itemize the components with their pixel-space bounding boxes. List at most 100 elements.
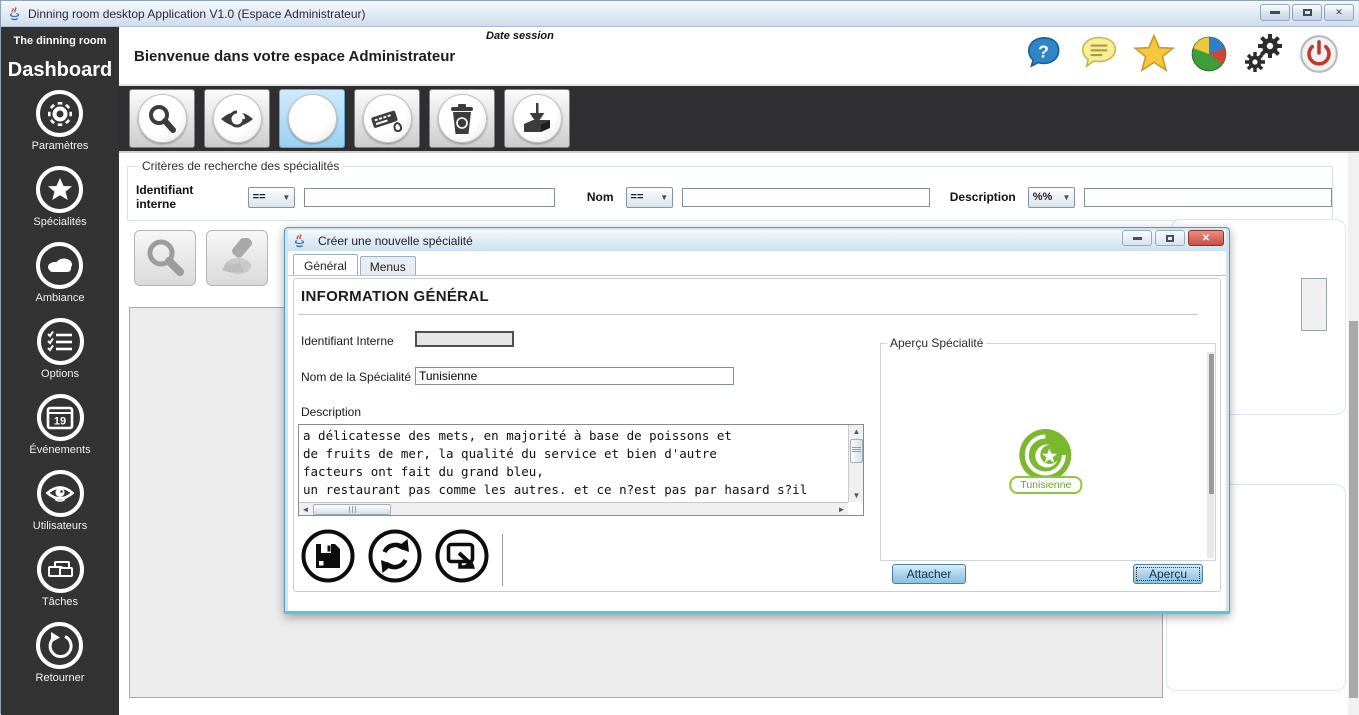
- search-criteria-legend: Critères de recherche des spécialités: [138, 159, 343, 173]
- search-desc-operator-select[interactable]: %%▼: [1028, 187, 1076, 208]
- search-id-operator-select[interactable]: ==▼: [248, 187, 296, 208]
- maximize-button[interactable]: [1292, 4, 1322, 21]
- comments-bubble-icon[interactable]: [1078, 32, 1120, 76]
- sidebar-item-utilisateurs[interactable]: Utilisateurs: [33, 470, 87, 546]
- heading-rule: [298, 314, 1198, 315]
- svg-text:?: ?: [1038, 42, 1049, 62]
- svg-text:19: 19: [54, 415, 66, 427]
- scroll-down-arrow[interactable]: ▼: [849, 489, 864, 502]
- toolbar-archive-button[interactable]: [504, 89, 570, 148]
- scrollbar-thumb[interactable]: [1349, 321, 1358, 698]
- specialty-badge-label: Tunisienne: [1009, 476, 1082, 494]
- eraser-icon: [216, 238, 258, 278]
- calendar-icon: 19: [37, 394, 84, 441]
- scrollbar-thumb[interactable]: [1209, 354, 1214, 494]
- sidebar-item-retourner[interactable]: Retourner: [36, 622, 85, 698]
- attach-button[interactable]: Attacher: [892, 564, 966, 584]
- power-icon[interactable]: [1298, 32, 1340, 76]
- title-bar[interactable]: Dinning room desktop Application V1.0 (E…: [1, 1, 1359, 27]
- sidebar-item-taches[interactable]: Tâches: [37, 546, 84, 622]
- sidebar-item-options[interactable]: Options: [37, 318, 84, 394]
- gears-icon[interactable]: [1243, 32, 1285, 76]
- save-button[interactable]: [300, 528, 356, 584]
- header: Date session Bienvenue dans votre espace…: [119, 27, 1359, 84]
- dialog-minimize-button[interactable]: [1122, 230, 1152, 246]
- windows-icon: [37, 546, 84, 593]
- search-id-input[interactable]: [304, 188, 555, 207]
- main-scrollbar[interactable]: [1348, 153, 1359, 715]
- sidebar: The dinning room Dashboard Paramètres Sp…: [1, 27, 119, 715]
- window-title: Dinning room desktop Application V1.0 (E…: [28, 7, 366, 21]
- scroll-right-arrow[interactable]: ►: [835, 503, 848, 516]
- java-logo-icon: [292, 233, 307, 249]
- preview-group: Aperçu Spécialité Tunisienne: [880, 336, 1216, 561]
- preview-scrollbar[interactable]: [1207, 352, 1214, 558]
- search-name-label: Nom: [587, 190, 614, 204]
- toolbar-edit-button[interactable]: [354, 89, 420, 148]
- pie-chart-icon[interactable]: [1188, 32, 1230, 76]
- application-window: Dinning room desktop Application V1.0 (E…: [0, 0, 1359, 714]
- specialty-name-field[interactable]: [415, 367, 734, 385]
- description-textarea[interactable]: a délicatesse des mets, en majorité à ba…: [298, 424, 864, 516]
- toolbar-view-button[interactable]: [204, 89, 270, 148]
- vertical-scrollbar[interactable]: ▲ ▼: [848, 425, 863, 502]
- toolbar: [119, 84, 1359, 153]
- scroll-left-arrow[interactable]: ◄: [299, 503, 312, 516]
- eye-icon: [37, 470, 84, 517]
- dialog-title-bar[interactable]: Créer une nouvelle spécialité ✕: [288, 230, 1226, 251]
- archive-download-icon: [513, 94, 562, 143]
- scrollbar-thumb[interactable]: [313, 504, 391, 515]
- date-session-label: Date session: [486, 30, 554, 42]
- id-internal-field[interactable]: [415, 331, 514, 347]
- divider: [502, 534, 503, 586]
- preview-legend: Aperçu Spécialité: [887, 336, 986, 350]
- dashboard-heading: Dashboard: [8, 59, 112, 82]
- create-specialty-dialog: Créer une nouvelle spécialité ✕ Général …: [284, 227, 1230, 614]
- refresh-button[interactable]: [367, 528, 423, 584]
- star-icon: [36, 166, 83, 213]
- id-internal-label: Identifiant Interne: [301, 334, 394, 348]
- dialog-restore-button[interactable]: [1155, 230, 1185, 246]
- blank-circle-icon: [288, 94, 337, 143]
- toolbar-search-button[interactable]: [129, 89, 195, 148]
- search-desc-input[interactable]: [1084, 188, 1332, 207]
- brand-label: The dinning room: [14, 35, 107, 47]
- description-text[interactable]: a délicatesse des mets, en majorité à ba…: [300, 426, 847, 501]
- scroll-up-arrow[interactable]: ▲: [849, 425, 864, 438]
- specialty-name-label: Nom de la Spécialité: [301, 370, 411, 384]
- search-name-input[interactable]: [682, 188, 930, 207]
- keyboard-icon: [363, 94, 412, 143]
- chevron-down-icon: ▼: [660, 193, 668, 202]
- help-bubble-icon[interactable]: ?: [1023, 32, 1065, 76]
- dialog-content: INFORMATION GÉNÉRAL Identifiant Interne …: [288, 275, 1226, 611]
- search-icon: [145, 238, 185, 278]
- close-button[interactable]: ✕: [1324, 4, 1354, 21]
- horizontal-scrollbar[interactable]: ◄ ►: [299, 502, 848, 515]
- clear-criteria-button[interactable]: [206, 230, 268, 286]
- scrollbar-thumb[interactable]: [850, 439, 863, 463]
- description-label: Description: [301, 405, 361, 419]
- search-icon: [138, 94, 187, 143]
- sidebar-item-parametres[interactable]: Paramètres: [32, 90, 89, 166]
- specialty-logo-icon: [1019, 428, 1073, 482]
- specialty-preview-item[interactable]: Tunisienne: [1009, 428, 1082, 494]
- sidebar-item-ambiance[interactable]: Ambiance: [36, 242, 85, 318]
- search-execute-button[interactable]: [134, 230, 196, 286]
- dialog-body: Général Menus INFORMATION GÉNÉRAL Identi…: [288, 251, 1226, 611]
- checklist-icon: [37, 318, 84, 365]
- cloud-icon: [36, 242, 83, 289]
- section-heading: INFORMATION GÉNÉRAL: [301, 288, 489, 305]
- search-name-operator-select[interactable]: ==▼: [626, 187, 674, 208]
- favorites-star-icon[interactable]: [1133, 32, 1175, 76]
- toolbar-new-button[interactable]: [279, 89, 345, 148]
- welcome-title: Bienvenue dans votre espace Administrate…: [134, 48, 455, 65]
- dialog-close-button[interactable]: ✕: [1188, 230, 1224, 246]
- sidebar-item-evenements[interactable]: 19 Événements: [29, 394, 90, 470]
- chevron-down-icon: ▼: [1062, 193, 1070, 202]
- minimize-button[interactable]: [1260, 4, 1290, 21]
- toolbar-delete-button[interactable]: [429, 89, 495, 148]
- exit-button[interactable]: [434, 528, 490, 584]
- sidebar-item-specialites[interactable]: Spécialités: [33, 166, 86, 242]
- preview-button[interactable]: Aperçu: [1133, 564, 1203, 584]
- dialog-title: Créer une nouvelle spécialité: [318, 234, 473, 248]
